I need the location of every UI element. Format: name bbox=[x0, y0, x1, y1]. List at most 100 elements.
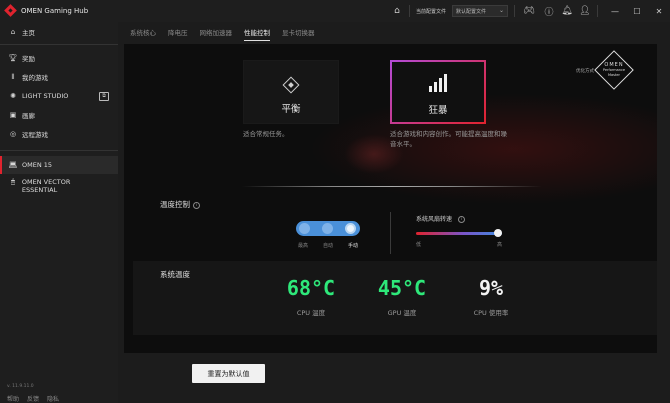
separator bbox=[597, 5, 598, 17]
info-icon[interactable]: ⓘ bbox=[543, 5, 555, 18]
app-window: OMEN Gaming Hub ⌂ 当前配置文件 默认配置文件 ⌄ 🎮︎ ⓘ 🔔… bbox=[0, 0, 670, 403]
cpu-temperature-reading: 68°C CPU 温度 bbox=[271, 276, 351, 317]
help-link[interactable]: 帮助 bbox=[7, 394, 19, 403]
temperature-control-title: 温度控制 i bbox=[160, 199, 200, 210]
sidebar: ⌂ 主页 🏆︎ 奖励 ⫴ 我的游戏 ✺ LIGHT STUDIO ⧉ ▣ 画廊 … bbox=[0, 22, 118, 403]
profile-select[interactable]: 默认配置文件 ⌄ bbox=[452, 5, 508, 17]
sidebar-footer: 帮助 反馈 隐私 bbox=[7, 394, 59, 403]
omen-logo-icon bbox=[5, 5, 17, 17]
section-divider bbox=[242, 186, 542, 187]
sidebar-item-label: 我的游戏 bbox=[22, 74, 48, 82]
mode-description: 适合常规任务。 bbox=[243, 130, 289, 138]
separator bbox=[408, 5, 410, 17]
device-label: OMEN 15 bbox=[22, 161, 53, 169]
fan-speed-slider[interactable] bbox=[416, 232, 502, 235]
performance-panel: 平衡 狂暴 适合常规任务。 适合游戏和内容创作。可能提高温度和噪音水平。 优化方… bbox=[124, 44, 657, 353]
fan-speed-high-label: 高 bbox=[497, 242, 503, 248]
optimize-label: 优化方式 bbox=[576, 69, 594, 74]
cpu-temperature-value: 68°C bbox=[286, 276, 336, 300]
tab-performance-control[interactable]: 性能控制 bbox=[244, 22, 270, 44]
lightbulb-icon: ✺ bbox=[10, 92, 16, 100]
profile-label: 当前配置文件 bbox=[415, 8, 446, 15]
vertical-divider bbox=[390, 212, 391, 254]
bell-icon[interactable]: 🔔︎ bbox=[561, 5, 573, 17]
library-icon: ⫴ bbox=[11, 72, 15, 81]
fan-speed-title: 系统风扇转速 i bbox=[416, 214, 466, 223]
sidebar-item-home[interactable]: ⌂ 主页 bbox=[0, 23, 118, 41]
device-label: OMEN VECTOR ESSENTIAL bbox=[21, 178, 71, 194]
home-icon: ⌂ bbox=[10, 28, 16, 36]
sidebar-item-remote-play[interactable]: ◎ 远程游戏 bbox=[0, 125, 118, 143]
cpu-usage-value: 9% bbox=[478, 276, 504, 300]
sidebar-item-label: 画廊 bbox=[22, 112, 35, 120]
sidebar-device-omen-vector[interactable]: 🖱︎ OMEN VECTOR ESSENTIAL bbox=[7, 178, 107, 194]
feedback-link[interactable]: 反馈 bbox=[27, 394, 39, 403]
cpu-usage-reading: 9% CPU 使用率 bbox=[451, 276, 531, 317]
system-temperature-title: 系统温度 bbox=[160, 270, 190, 279]
tab-undervolt[interactable]: 降电压 bbox=[168, 22, 188, 44]
chevron-down-icon: ⌄ bbox=[498, 7, 504, 14]
close-button[interactable]: ✕ bbox=[648, 0, 670, 22]
app-title: OMEN Gaming Hub bbox=[21, 7, 89, 15]
info-icon[interactable]: i bbox=[458, 216, 466, 223]
omen-badge-text: OMEN Performance Master bbox=[602, 62, 626, 78]
gamepad-icon[interactable]: 🎮︎ bbox=[521, 5, 537, 17]
home-icon[interactable]: ⌂ bbox=[391, 5, 403, 17]
minimize-button[interactable]: — bbox=[604, 0, 626, 22]
tab-system-core[interactable]: 系统核心 bbox=[130, 22, 156, 44]
maximize-button[interactable]: ☐ bbox=[626, 0, 648, 22]
option-auto-dot[interactable] bbox=[322, 223, 333, 234]
option-max-dot[interactable] bbox=[299, 223, 310, 234]
temperature-control-labels: 最高 自动 手动 bbox=[296, 242, 360, 249]
option-max-label: 最高 bbox=[298, 243, 309, 249]
tab-graphics-switcher[interactable]: 显卡切换器 bbox=[282, 22, 315, 44]
option-manual-dot[interactable] bbox=[345, 223, 356, 234]
sidebar-item-light-studio[interactable]: ✺ LIGHT STUDIO ⧉ bbox=[0, 87, 118, 105]
mouse-icon: 🖱︎ bbox=[10, 178, 16, 186]
remote-play-icon: ◎ bbox=[9, 130, 17, 138]
mode-description: 适合游戏和内容创作。可能提高温度和噪音水平。 bbox=[390, 130, 507, 148]
gallery-icon: ▣ bbox=[9, 111, 17, 119]
user-icon[interactable]: 👤︎ bbox=[579, 5, 591, 17]
sidebar-divider bbox=[0, 150, 118, 151]
cpu-usage-label: CPU 使用率 bbox=[473, 309, 509, 317]
gpu-temperature-value: 45°C bbox=[377, 276, 427, 300]
title-bar: OMEN Gaming Hub ⌂ 当前配置文件 默认配置文件 ⌄ 🎮︎ ⓘ 🔔… bbox=[0, 0, 670, 22]
mode-card-balance[interactable]: 平衡 bbox=[243, 60, 339, 124]
sidebar-item-label: 远程游戏 bbox=[22, 131, 48, 139]
gpu-temperature-reading: 45°C GPU 温度 bbox=[362, 276, 442, 317]
tab-bar: 系统核心 降电压 网络加速器 性能控制 显卡切换器 bbox=[118, 22, 670, 44]
mode-card-performance[interactable]: 狂暴 bbox=[390, 60, 486, 124]
title-bar-controls: ⌂ 当前配置文件 默认配置文件 ⌄ 🎮︎ ⓘ 🔔︎ 👤︎ — ☐ ✕ bbox=[391, 0, 670, 22]
fan-speed-slider-knob[interactable] bbox=[494, 229, 502, 237]
mode-label: 狂暴 bbox=[428, 105, 448, 116]
sidebar-item-my-games[interactable]: ⫴ 我的游戏 bbox=[0, 68, 118, 86]
reset-to-default-button[interactable]: 重置为默认值 bbox=[192, 364, 265, 383]
separator bbox=[514, 5, 515, 17]
info-icon[interactable]: i bbox=[193, 201, 200, 209]
sidebar-item-rewards[interactable]: 🏆︎ 奖励 bbox=[0, 49, 118, 67]
laptop-icon: 💻︎ bbox=[8, 161, 18, 169]
sidebar-item-label: 奖励 bbox=[22, 55, 35, 63]
light-studio-app-icon[interactable]: ⧉ bbox=[99, 91, 109, 101]
cpu-temperature-label: CPU 温度 bbox=[296, 309, 326, 317]
sidebar-device-omen-15[interactable]: 💻︎ OMEN 15 bbox=[0, 156, 118, 174]
gpu-temperature-label: GPU 温度 bbox=[387, 309, 417, 317]
trophy-icon: 🏆︎ bbox=[8, 54, 18, 62]
sidebar-divider bbox=[0, 44, 118, 45]
privacy-link[interactable]: 隐私 bbox=[47, 394, 59, 403]
balance-mode-icon bbox=[282, 73, 300, 94]
sidebar-item-label: LIGHT STUDIO bbox=[22, 92, 69, 100]
sidebar-item-gallery[interactable]: ▣ 画廊 bbox=[0, 106, 118, 124]
profile-select-value: 默认配置文件 bbox=[456, 8, 487, 15]
tab-network-booster[interactable]: 网络加速器 bbox=[200, 22, 233, 44]
system-temperature-panel: 系统温度 68°C CPU 温度 45°C GPU 温度 9% CPU 使用率 bbox=[133, 261, 657, 335]
option-manual-label: 手动 bbox=[347, 243, 358, 249]
app-version: v. 11.9.11.0 bbox=[7, 384, 34, 389]
performance-mode-icon bbox=[429, 74, 447, 92]
temperature-control-toggle[interactable] bbox=[296, 221, 360, 236]
option-auto-label: 自动 bbox=[322, 243, 333, 249]
mode-label: 平衡 bbox=[281, 104, 301, 115]
sidebar-item-label: 主页 bbox=[22, 29, 35, 37]
fan-speed-low-label: 低 bbox=[416, 242, 422, 248]
